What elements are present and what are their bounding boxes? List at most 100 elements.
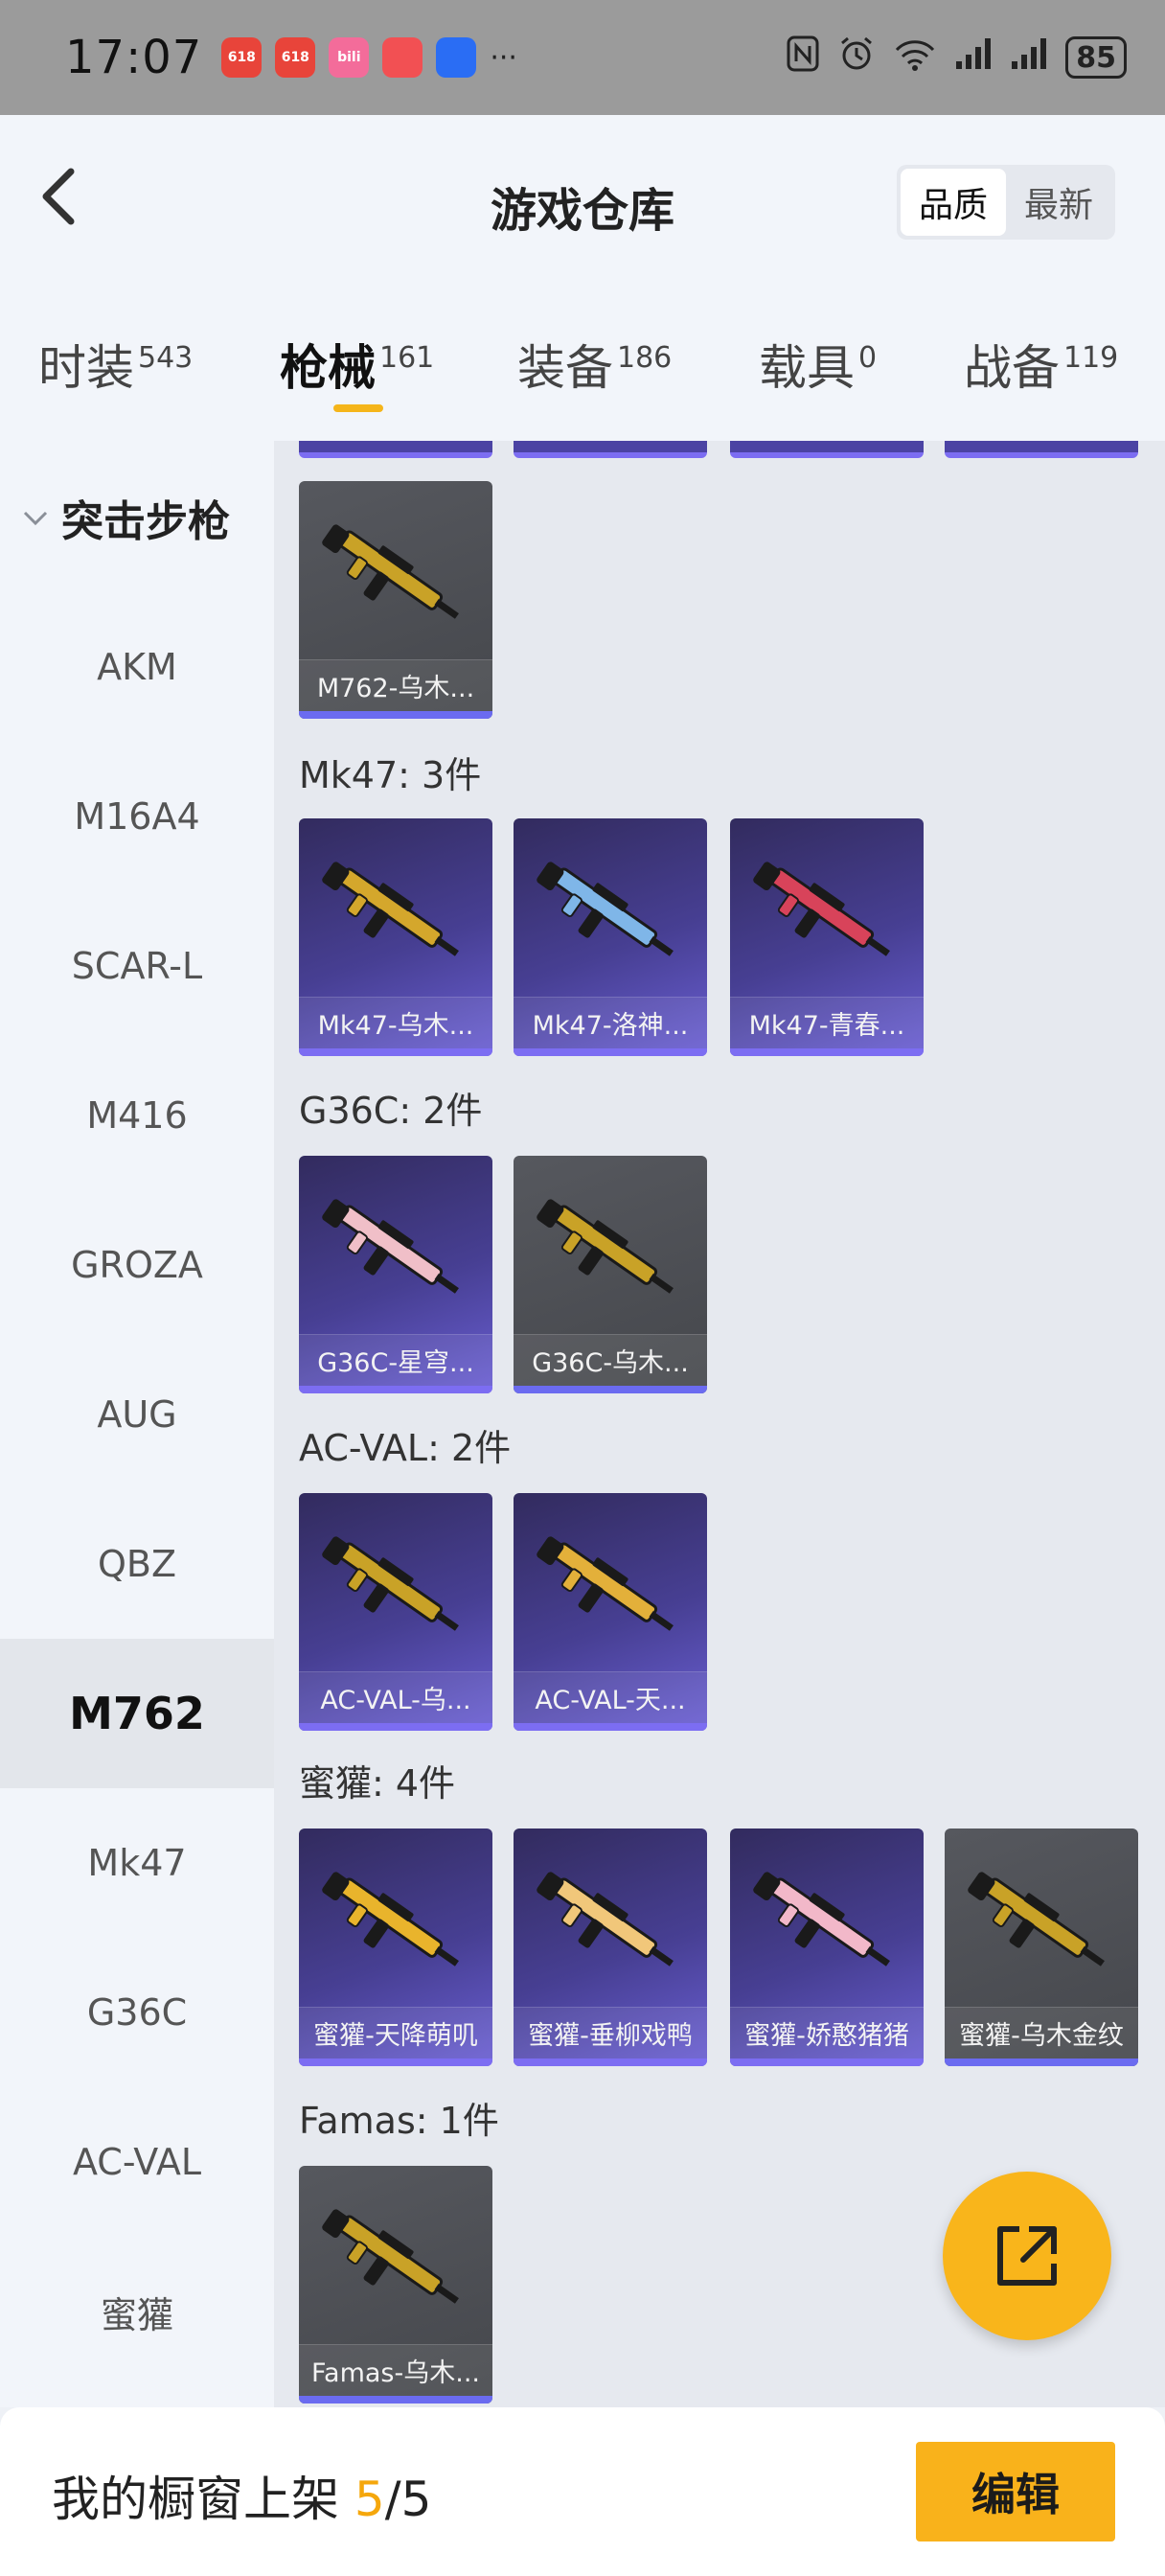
status-time: 17:07 [65,31,203,84]
weapon-skin-card[interactable]: 蜜獾-垂柳戏鸭 [514,1828,707,2066]
rarity-bar [514,2058,707,2066]
sort-by-latest-button[interactable]: 最新 [1006,169,1111,236]
section-assault-rifles[interactable]: 突击步枪 [19,487,230,548]
battery-indicator: 85 [1065,36,1127,79]
weapon-image [312,1838,479,2007]
nfc-icon [786,34,820,81]
header: 游戏仓库 品质 最新 [0,115,1165,289]
sidebar-item-akm[interactable]: AKM [0,592,274,742]
weapon-skin-card[interactable]: 蜜獾-天降萌叽 [299,1828,492,2066]
tab-equipment[interactable]: 装备 186 [517,330,672,399]
tab-combat-supplies[interactable]: 战备 119 [964,330,1118,399]
partial-card [945,441,1138,458]
active-tab-indicator [333,404,383,412]
weapon-image [743,828,910,997]
group-title: Mk47: 3件 [299,754,482,796]
weapon-skin-name: Famas-乌木... [299,2344,492,2396]
weapon-skin-card[interactable]: AC-VAL-天... [514,1493,707,1731]
share-external-icon [997,2226,1057,2286]
sort-by-quality-button[interactable]: 品质 [901,169,1006,236]
rarity-bar [945,2058,1138,2066]
more-notifications-icon: ··· [490,40,517,75]
notification-icons: 618 618 bili [221,37,477,78]
weapon-image [527,1165,694,1334]
rarity-bar [730,1048,924,1056]
app-icon-blue [436,37,477,78]
sidebar-item-m416[interactable]: M416 [0,1041,274,1190]
partial-card [299,441,492,458]
sidebar-item-qbz[interactable]: QBZ [0,1489,274,1639]
sidebar-item-aug[interactable]: AUG [0,1340,274,1489]
weapon-sidebar: 突击步枪 AKM M16A4 SCAR-L M416 GROZA AUG QBZ… [0,441,274,2407]
tab-fashion[interactable]: 时装 543 [38,330,193,399]
rarity-bar [299,1048,492,1056]
sidebar-item-honey-badger[interactable]: 蜜獾 [0,2237,274,2386]
rarity-bar [514,1048,707,1056]
rarity-bar [299,711,492,719]
sidebar-item-m762[interactable]: M762 [0,1639,274,1788]
weapon-image [312,2175,479,2344]
partial-card [514,441,707,458]
weapon-skin-card[interactable]: G36C-星穹... [299,1156,492,1393]
rarity-bar [299,1386,492,1393]
group-title: G36C: 2件 [299,1090,483,1132]
wifi-icon [893,34,937,81]
weapon-skin-name: AC-VAL-天... [514,1671,707,1723]
rarity-bar [299,1723,492,1731]
bottom-bar: 我的橱窗上架 5/5 编辑 [0,2407,1165,2576]
weapon-grid: M762-乌木... Mk47: 3件 Mk47-乌木... Mk47-洛神... Mk… [274,441,1165,2407]
weapon-image [958,1838,1125,2007]
app-icon-618-b: 618 [275,37,316,78]
weapon-skin-name: 蜜獾-天降萌叽 [299,2007,492,2058]
rarity-bar [514,1723,707,1731]
chevron-down-icon [23,511,48,526]
alarm-icon [837,34,876,81]
signal-icon-2 [1010,36,1048,80]
weapon-skin-card[interactable]: 蜜獾-乌木金纹 [945,1828,1138,2066]
weapon-skin-card[interactable]: 蜜獾-娇憨猪猪 [730,1828,924,2066]
tab-vehicles[interactable]: 载具 0 [759,330,877,399]
rarity-bar [730,2058,924,2066]
category-tabs: 时装 543 枪械 161 装备 186 载具 0 战备 119 [0,289,1165,441]
weapon-skin-card[interactable]: G36C-乌木... [514,1156,707,1393]
weapon-skin-name: Mk47-青春... [730,997,924,1048]
sidebar-item-scar-l[interactable]: SCAR-L [0,891,274,1041]
weapon-skin-card[interactable]: Mk47-青春... [730,818,924,1056]
rarity-bar [299,2396,492,2404]
sidebar-item-ac-val[interactable]: AC-VAL [0,2087,274,2237]
sidebar-item-g36c[interactable]: G36C [0,1938,274,2087]
status-bar: 17:07 618 618 bili ··· 85 [0,0,1165,115]
sidebar-item-mk47[interactable]: Mk47 [0,1788,274,1938]
weapon-skin-name: Mk47-洛神... [514,997,707,1048]
share-button[interactable] [943,2172,1111,2340]
sidebar-item-m16a4[interactable]: M16A4 [0,742,274,891]
weapon-skin-card[interactable]: Mk47-乌木... [299,818,492,1056]
tab-firearms[interactable]: 枪械 161 [280,330,434,399]
sidebar-item-groza[interactable]: GROZA [0,1190,274,1340]
weapon-image [312,1165,479,1334]
weapon-skin-name: AC-VAL-乌... [299,1671,492,1723]
weapon-skin-card[interactable]: Mk47-洛神... [514,818,707,1056]
app-icon-red [382,37,423,78]
weapon-skin-name: G36C-乌木... [514,1334,707,1386]
weapon-image [743,1838,910,2007]
weapon-image [312,828,479,997]
showcase-count: 我的橱窗上架 5/5 [52,2472,432,2527]
rarity-bar [299,2058,492,2066]
edit-button[interactable]: 编辑 [916,2442,1115,2542]
signal-icon-1 [954,36,993,80]
weapon-image [527,1503,694,1671]
weapon-skin-name: Mk47-乌木... [299,997,492,1048]
weapon-image [527,828,694,997]
group-title: 蜜獾: 4件 [299,1762,456,1805]
weapon-skin-name: M762-乌木... [299,659,492,711]
app-icon-bilibili: bili [329,37,370,78]
app-icon-618-a: 618 [221,37,263,78]
weapon-skin-name: 蜜獾-乌木金纹 [945,2007,1138,2058]
weapon-skin-card[interactable]: Famas-乌木... [299,2166,492,2404]
weapon-skin-name: 蜜獾-娇憨猪猪 [730,2007,924,2058]
weapon-skin-card[interactable]: AC-VAL-乌... [299,1493,492,1731]
weapon-skin-card[interactable]: M762-乌木... [299,481,492,719]
sort-toggle: 品质 最新 [897,165,1115,240]
rarity-bar [514,1386,707,1393]
